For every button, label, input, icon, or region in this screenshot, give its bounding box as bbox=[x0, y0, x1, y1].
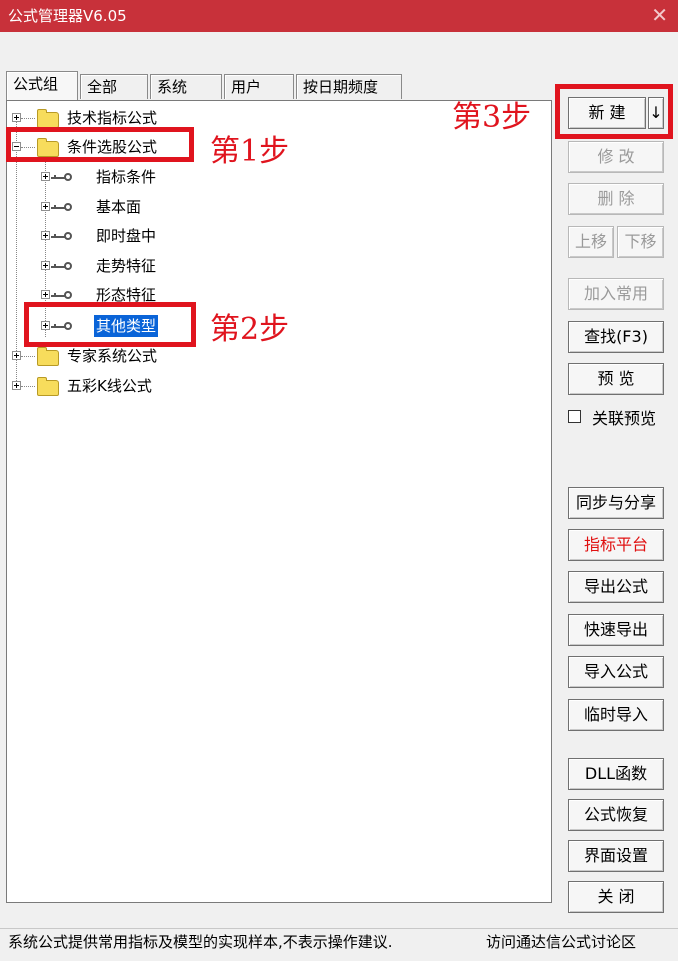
step3-label: 第3步 bbox=[452, 100, 532, 135]
tree-connector bbox=[21, 118, 35, 119]
modify-button[interactable]: 修 改 bbox=[568, 141, 664, 173]
expand-icon[interactable] bbox=[12, 351, 21, 360]
tab-system[interactable]: 系统 bbox=[150, 74, 222, 99]
preview-button[interactable]: 预 览 bbox=[568, 363, 664, 395]
linked-preview-checkbox[interactable] bbox=[568, 410, 581, 423]
tab-formula-group[interactable]: 公式组 bbox=[6, 71, 78, 100]
expand-icon[interactable] bbox=[41, 202, 50, 211]
window-title: 公式管理器V6.05 bbox=[8, 7, 127, 25]
ui-settings-button[interactable]: 界面设置 bbox=[568, 840, 664, 872]
status-bar: 系统公式提供常用指标及模型的实现样本,不表示操作建议. 访问通达信公式讨论区 bbox=[0, 928, 678, 961]
expand-icon[interactable] bbox=[12, 113, 21, 122]
expand-icon[interactable] bbox=[41, 172, 50, 181]
new-button[interactable]: 新 建 bbox=[568, 97, 646, 129]
tree-connector bbox=[21, 386, 35, 387]
tree-item-trend-features[interactable]: 走势特征 bbox=[7, 255, 307, 277]
tree-group-label: 专家系统公式 bbox=[67, 347, 158, 365]
restore-formula-button[interactable]: 公式恢复 bbox=[568, 799, 664, 831]
move-up-button[interactable]: 上移 bbox=[568, 226, 614, 258]
close-button[interactable]: 关 闭 bbox=[568, 881, 664, 913]
close-icon[interactable]: ✕ bbox=[651, 3, 668, 27]
tree-item-label: 走势特征 bbox=[96, 257, 157, 275]
export-formula-button[interactable]: 导出公式 bbox=[568, 571, 664, 603]
delete-button[interactable]: 删 除 bbox=[568, 183, 664, 215]
find-button[interactable]: 查找(F3) bbox=[568, 321, 664, 353]
status-disclaimer: 系统公式提供常用指标及模型的实现样本,不表示操作建议. bbox=[8, 933, 393, 951]
tree-item-label: 指标条件 bbox=[96, 168, 157, 186]
folder-icon bbox=[37, 347, 59, 366]
step1-label: 第1步 bbox=[210, 134, 290, 169]
import-formula-button[interactable]: 导入公式 bbox=[568, 656, 664, 688]
temp-import-button[interactable]: 临时导入 bbox=[568, 699, 664, 731]
key-icon bbox=[51, 171, 77, 183]
formula-tree[interactable]: 技术指标公式 条件选股公式 指标条件 基本面 即时盘中 走势特征 形态特征 其他… bbox=[6, 100, 552, 903]
tab-user[interactable]: 用户 bbox=[224, 74, 294, 99]
tree-connector bbox=[21, 356, 35, 357]
step2-label: 第2步 bbox=[210, 312, 290, 347]
tab-by-date[interactable]: 按日期频度 bbox=[296, 74, 402, 99]
tree-group-expert-system[interactable]: 专家系统公式 bbox=[7, 345, 307, 367]
expand-icon[interactable] bbox=[41, 261, 50, 270]
tree-item-label: 基本面 bbox=[96, 198, 142, 216]
key-icon bbox=[51, 289, 77, 301]
key-icon bbox=[51, 201, 77, 213]
tree-group-label: 五彩K线公式 bbox=[67, 377, 152, 395]
key-icon bbox=[51, 260, 77, 272]
dll-function-button[interactable]: DLL函数 bbox=[568, 758, 664, 790]
folder-icon bbox=[37, 377, 59, 396]
folder-icon bbox=[37, 109, 59, 128]
tree-item-intraday[interactable]: 即时盘中 bbox=[7, 225, 307, 247]
linked-preview-label: 关联预览 bbox=[592, 409, 657, 428]
tree-item-fundamentals[interactable]: 基本面 bbox=[7, 196, 307, 218]
new-dropdown-button[interactable]: ↓ bbox=[648, 97, 664, 129]
forum-link[interactable]: 访问通达信公式讨论区 bbox=[486, 929, 636, 955]
tree-group-color-kline[interactable]: 五彩K线公式 bbox=[7, 375, 307, 397]
indicator-platform-button[interactable]: 指标平台 bbox=[568, 529, 664, 561]
tree-group-label: 技术指标公式 bbox=[67, 109, 158, 127]
step2-highlight-box bbox=[24, 302, 196, 347]
expand-icon[interactable] bbox=[41, 231, 50, 240]
quick-export-button[interactable]: 快速导出 bbox=[568, 614, 664, 646]
move-down-button[interactable]: 下移 bbox=[617, 226, 664, 258]
expand-icon[interactable] bbox=[41, 290, 50, 299]
step1-highlight-box bbox=[6, 127, 194, 162]
tab-all[interactable]: 全部 bbox=[80, 74, 148, 99]
title-bar: 公式管理器V6.05 ✕ bbox=[0, 0, 678, 32]
expand-icon[interactable] bbox=[12, 381, 21, 390]
tree-item-label: 即时盘中 bbox=[96, 227, 157, 245]
add-common-button[interactable]: 加入常用 bbox=[568, 278, 664, 310]
key-icon bbox=[51, 230, 77, 242]
sync-share-button[interactable]: 同步与分享 bbox=[568, 487, 664, 519]
